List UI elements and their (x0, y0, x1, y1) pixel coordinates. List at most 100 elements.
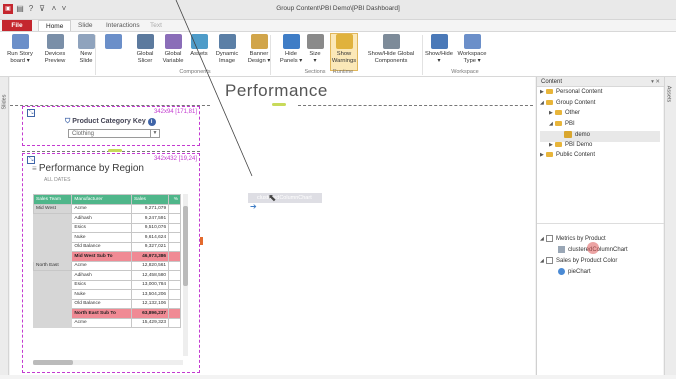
show-hide-global-components-button[interactable]: Show/Hide Global Components (362, 34, 420, 70)
manufacturer-cell: Esics (71, 222, 132, 233)
table-row[interactable]: Esics 13,000,784 (33, 279, 181, 290)
component-item[interactable]: ◢ Sales by Product Color (540, 257, 660, 268)
global-slicer-button[interactable]: Global Slicer (133, 34, 157, 70)
panel-controls[interactable]: ▾ ✕ (651, 79, 660, 85)
group-label-workspace: Workspace (451, 69, 479, 75)
workspace-type-button[interactable]: Workspace Type ▾ (455, 34, 489, 70)
component-item-label: Metrics by Product (556, 236, 606, 243)
table-row[interactable]: North East Sub To 63,896,237 (33, 308, 181, 319)
slides-rail-label: Slides (1, 94, 8, 110)
team-cell (33, 222, 73, 233)
run-storyboard-icon (11, 34, 29, 49)
component-item[interactable]: pieChart (540, 268, 660, 279)
table-row[interactable]: Adihash 9,247,591 (33, 213, 181, 224)
column-header[interactable]: % (168, 194, 181, 205)
info-icon[interactable]: i (147, 118, 156, 126)
sales-cell: 12,820,561 (130, 260, 170, 271)
table-row[interactable]: Acme 15,429,323 (33, 317, 181, 328)
ribbon-button-label: Global Slicer (136, 51, 154, 64)
folder-icon (546, 152, 553, 157)
filter-title: ⛉ Product Category Key i (65, 118, 156, 126)
data-table[interactable]: Sales Team Manufacturer Sales % Mid West… (33, 194, 181, 366)
table-row[interactable]: Nuke 9,614,624 (33, 232, 181, 243)
show-hide-global-components-icon (382, 34, 400, 49)
tool-options-button[interactable] (100, 34, 126, 70)
sales-cell: 9,327,021 (130, 241, 170, 252)
manufacturer-cell: Acme (71, 260, 132, 271)
slide-canvas[interactable]: Performance ⤡ 342x94 [171,81] ⛉ Product … (10, 77, 535, 375)
table-row[interactable]: Mid West Sub To 46,973,386 (33, 251, 181, 262)
sales-cell: 9,510,076 (130, 222, 170, 233)
percent-cell (168, 298, 181, 309)
performance-by-region-widget[interactable]: ⤡ 342x432 [19,24] ≡ Performance by Regio… (22, 153, 200, 373)
tree-item[interactable]: ◢ PBI (540, 120, 660, 132)
menu-icon[interactable]: ≡ (32, 164, 39, 173)
tree-item[interactable]: ▶ PBI Demo (540, 141, 660, 153)
show-hide-button[interactable]: Show/Hide ▾ (424, 34, 454, 70)
page-title[interactable]: Performance (225, 81, 328, 101)
panel-splitter[interactable] (537, 223, 664, 224)
table-row[interactable]: Old Balance 12,132,106 (33, 298, 181, 309)
tree-item[interactable]: ▶ Other (540, 110, 660, 121)
global-variable-icon (164, 34, 182, 49)
tree-item-label: PBI Demo (565, 141, 593, 148)
component-item[interactable]: ◢ Metrics by Product (540, 235, 660, 246)
table-row[interactable]: Esics 9,510,076 (33, 222, 181, 233)
tree-item[interactable]: ▶ Personal Content (540, 89, 660, 100)
column-header[interactable]: Manufacturer (71, 194, 132, 205)
ribbon-button-label: Global Variable (162, 51, 184, 64)
dynamic-image-button[interactable]: Dynamic Image (213, 34, 241, 70)
sales-cell: 9,271,079 (130, 203, 170, 214)
horizontal-scrollbar[interactable] (33, 360, 183, 365)
tree-item-label: Other (565, 110, 581, 117)
data-table-grid: Sales Team Manufacturer Sales % Mid West… (33, 194, 181, 328)
team-cell (33, 213, 73, 224)
tree-item[interactable]: demo (540, 131, 660, 142)
percent-cell (168, 222, 181, 233)
table-row[interactable]: Nuke 13,504,206 (33, 289, 181, 300)
document-icon (546, 235, 553, 242)
size-button[interactable]: Size ▾ (305, 34, 325, 70)
hide-panels-button[interactable]: Hide Panels ▾ (278, 34, 304, 70)
title-resize-handle[interactable] (272, 103, 286, 106)
vertical-scrollbar[interactable] (183, 194, 188, 356)
folder-icon (546, 99, 553, 105)
category-select[interactable]: Clothing ▼ (68, 129, 160, 138)
product-category-filter-widget[interactable]: ⤡ 342x94 [171,81] ⛉ Product Category Key… (22, 106, 200, 146)
widget-resize-handle[interactable] (200, 237, 203, 245)
manufacturer-cell: Nuke (71, 232, 132, 243)
window-title: Group Content\PBI Demo\[PBI Dashboard] (276, 5, 400, 12)
ribbon-separator (422, 35, 423, 75)
column-header[interactable]: Sales Team (33, 194, 73, 205)
table-row[interactable]: Mid West Acme 9,271,079 (33, 203, 181, 214)
percent-cell (168, 289, 181, 300)
percent-cell (168, 232, 181, 243)
component-item[interactable]: clusteredColumnChart (540, 246, 660, 257)
global-variable-button[interactable]: Global Variable (160, 34, 186, 70)
assets-rail[interactable]: Assets (664, 77, 676, 375)
table-row[interactable]: Adihash 12,458,580 (33, 270, 181, 281)
run-storyboard-button[interactable]: Run Story board ▾ (3, 34, 37, 70)
sales-cell: 46,973,386 (130, 251, 170, 262)
table-row[interactable]: Old Balance 9,327,021 (33, 241, 181, 252)
team-cell: North East (33, 260, 73, 271)
ribbon-button-label: Show/Hide ▾ (424, 51, 454, 64)
tree-item[interactable]: ◢ Group Content (540, 99, 660, 111)
banner-design-button[interactable]: Banner Design ▾ (245, 34, 273, 70)
table-row[interactable]: North East Acme 12,820,561 (33, 260, 181, 271)
assets-button[interactable]: Assets (188, 34, 210, 70)
section-resize-handle[interactable] (108, 149, 122, 152)
banner-design-icon (250, 34, 268, 49)
manufacturer-cell: Acme (71, 203, 132, 214)
show-warnings-button[interactable]: Show Warnings (330, 33, 358, 71)
show-hide-icon (430, 34, 448, 49)
percent-cell (168, 270, 181, 281)
tree-item[interactable]: ▶ Public Content (540, 152, 660, 163)
ribbon-button-label: Workspace Type ▾ (457, 51, 487, 64)
slides-rail[interactable]: Slides (0, 77, 9, 375)
devices-preview-button[interactable]: Devices Preview (40, 34, 70, 70)
team-cell (33, 317, 73, 328)
chevron-down-icon[interactable]: ▼ (150, 129, 159, 138)
column-header[interactable]: Sales (130, 194, 170, 205)
resize-icon[interactable]: ⤡ (27, 109, 35, 117)
